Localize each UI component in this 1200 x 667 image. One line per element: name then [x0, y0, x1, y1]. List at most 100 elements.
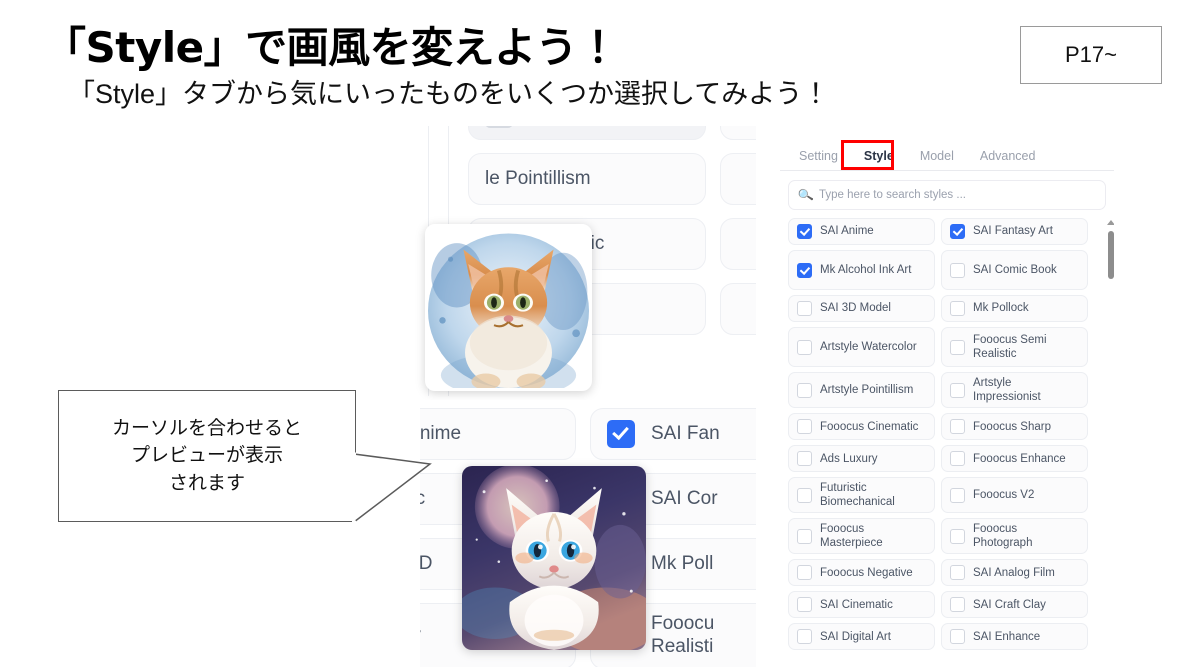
checkbox-icon[interactable]: [950, 301, 965, 316]
style-chip-label: Mk Alcohol Ink Art: [820, 263, 912, 276]
style-chip[interactable]: Mk Alcohol Ink Art: [788, 250, 935, 290]
style-chip[interactable]: SAI Fantasy Art: [941, 218, 1088, 245]
checkbox-icon[interactable]: [797, 565, 812, 581]
checkbox-icon[interactable]: [950, 597, 965, 613]
zoom-style-chip[interactable]: le Pointillism: [468, 153, 706, 205]
style-chip-label: SAI 3D Model: [820, 302, 891, 315]
watercolor-cat-image: [428, 227, 589, 388]
style-chip[interactable]: Futuristic Biomechanical: [788, 477, 935, 514]
checkbox-icon[interactable]: [485, 126, 513, 128]
style-chip-label: Fooocus Sharp: [973, 420, 1051, 433]
zoom-style-chip[interactable]: AI Anime: [420, 408, 576, 460]
fantasy-cat-image: [462, 466, 646, 650]
scrollbar-thumb[interactable]: [1107, 231, 1114, 279]
checkbox-icon[interactable]: [950, 262, 965, 278]
style-chip[interactable]: Mk Pollock: [941, 295, 1088, 322]
style-search-box[interactable]: 🔍 Type here to search styles ...: [788, 180, 1106, 210]
style-chip-label: SAI Enhance: [973, 630, 1041, 643]
checkbox-icon[interactable]: [950, 487, 965, 503]
style-preview-thumbnail-fantasy: [462, 466, 646, 650]
checkbox-icon[interactable]: [797, 339, 812, 355]
callout-box: カーソルを合わせると プレビューが表示 されます: [58, 390, 356, 522]
checkbox-icon[interactable]: [797, 487, 812, 503]
zoom-style-chip[interactable]: SAI Fan: [590, 408, 756, 460]
search-input[interactable]: Type here to search styles ...: [819, 189, 966, 201]
style-chip[interactable]: SAI Comic Book: [941, 250, 1088, 290]
scroll-up-arrow-icon[interactable]: [1106, 220, 1114, 225]
style-chip-label: Fooocus Cinematic: [820, 420, 919, 433]
style-chip-label: Fooocus Masterpiece: [820, 523, 883, 550]
checkbox-icon[interactable]: [950, 629, 965, 645]
checkbox-icon[interactable]: [797, 629, 812, 645]
style-chip-label: Mk Pollock: [973, 302, 1029, 315]
style-chip[interactable]: Artstyle Pointillism: [788, 372, 935, 409]
callout-line-2: プレビューが表示: [130, 445, 283, 467]
checkbox-icon[interactable]: [950, 419, 965, 435]
tab-style[interactable]: Style: [851, 145, 907, 170]
style-chip[interactable]: SAI Cinematic: [788, 591, 935, 619]
style-chip-label: Artstyle Pointillism: [820, 384, 914, 396]
style-chip-label: Ads Luxury: [820, 452, 878, 465]
zoom-style-chip-label: Fooocu Realisti: [651, 613, 715, 657]
style-chip[interactable]: SAI Analog Film: [941, 559, 1088, 587]
style-list-scrollbar[interactable]: [1105, 220, 1114, 667]
zoom-style-chip[interactable]: [719, 126, 756, 140]
style-chip[interactable]: SAI Craft Clay: [941, 591, 1088, 619]
checkbox-checked-icon[interactable]: [607, 420, 635, 448]
style-chip-label: SAI Digital Art: [820, 630, 891, 643]
checkbox-icon[interactable]: [950, 565, 965, 581]
style-chip[interactable]: Fooocus Cinematic: [788, 413, 935, 441]
checkbox-icon[interactable]: [797, 382, 812, 398]
tab-model[interactable]: Model: [907, 145, 967, 170]
style-chip[interactable]: Fooocus Semi Realistic: [941, 327, 1088, 367]
checkbox-icon[interactable]: [950, 451, 965, 467]
style-chip-label: Artstyle Watercolor: [820, 340, 917, 353]
style-chip[interactable]: SAI Anime: [788, 218, 935, 245]
style-chip[interactable]: SAI Enhance: [941, 623, 1088, 651]
checkbox-checked-icon[interactable]: [797, 262, 812, 278]
style-chip[interactable]: Fooocus V2: [941, 477, 1088, 514]
style-preview-thumbnail-watercolor: [425, 224, 592, 391]
style-chip-label: Fooocus Negative: [820, 566, 913, 579]
style-chip[interactable]: Fooocus Sharp: [941, 413, 1088, 441]
style-chip[interactable]: SAI Digital Art: [788, 623, 935, 651]
style-chip[interactable]: Artstyle Watercolor: [788, 327, 935, 367]
checkbox-checked-icon[interactable]: [950, 224, 965, 239]
callout-line-3: されます: [168, 472, 245, 494]
style-chip-label: Fooocus Photograph: [973, 523, 1033, 550]
style-chip[interactable]: Artstyle Impressionist: [941, 372, 1088, 409]
style-chip-label: SAI Fantasy Art: [973, 225, 1053, 238]
style-chip-label: SAI Cinematic: [820, 598, 893, 611]
callout-tail: [352, 452, 432, 524]
page-reference-badge: P17~: [1020, 26, 1162, 84]
style-search-wrap: 🔍 Type here to search styles ...: [780, 171, 1114, 216]
style-chip[interactable]: Fooocus Masterpiece: [788, 518, 935, 555]
tab-advanced[interactable]: Advanced: [967, 145, 1049, 170]
page-reference-label: P17~: [1065, 42, 1117, 67]
style-chip[interactable]: Ads Luxury: [788, 445, 935, 473]
fooocus-style-panel: Setting Style Model Advanced 🔍 Type here…: [780, 138, 1114, 667]
checkbox-icon[interactable]: [950, 339, 965, 355]
style-chip[interactable]: Fooocus Photograph: [941, 518, 1088, 555]
checkbox-icon[interactable]: [797, 419, 812, 435]
style-chip[interactable]: SAI 3D Model: [788, 295, 935, 322]
checkbox-icon[interactable]: [797, 301, 812, 316]
zoom-style-chip[interactable]: [719, 153, 756, 205]
checkbox-checked-icon[interactable]: [797, 224, 812, 239]
style-grid: SAI Anime SAI Fantasy Art Mk Alcohol Ink A…: [788, 218, 1088, 651]
page-subtitle: 「Style」タブから気にいったものをいくつか選択してみよう！: [68, 79, 830, 109]
zoom-style-chip-label: le Pointillism: [485, 167, 591, 189]
checkbox-icon[interactable]: [797, 528, 812, 544]
style-chip-label: SAI Craft Clay: [973, 598, 1046, 611]
style-chip[interactable]: Fooocus Enhance: [941, 445, 1088, 473]
checkbox-icon[interactable]: [797, 597, 812, 613]
tab-setting[interactable]: Setting: [786, 145, 851, 170]
style-chip[interactable]: Fooocus Negative: [788, 559, 935, 587]
zoom-style-chip[interactable]: [719, 283, 756, 335]
zoom-style-chip[interactable]: Artstyle Watercolor: [468, 126, 706, 140]
zoom-style-chip[interactable]: [719, 218, 756, 270]
checkbox-icon[interactable]: [950, 528, 965, 544]
style-chip-label: Artstyle Impressionist: [973, 377, 1041, 404]
checkbox-icon[interactable]: [797, 451, 812, 467]
checkbox-icon[interactable]: [950, 382, 965, 398]
